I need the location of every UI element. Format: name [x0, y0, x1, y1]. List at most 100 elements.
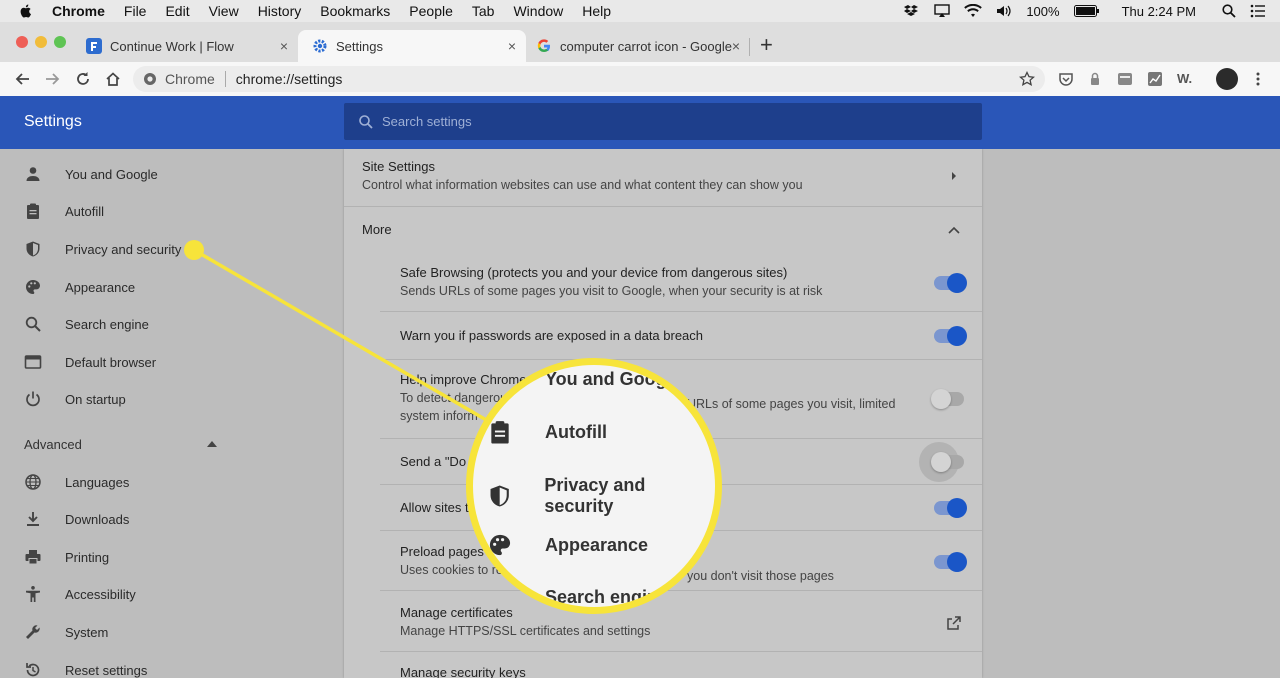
- clock[interactable]: Thu 2:24 PM: [1122, 4, 1196, 19]
- dropbox-icon[interactable]: [902, 4, 920, 18]
- advanced-section-label[interactable]: Advanced: [24, 437, 82, 452]
- sidebar-item-languages[interactable]: Languages: [24, 470, 129, 494]
- sidebar-item-autofill[interactable]: Autofill: [24, 199, 104, 223]
- sidebar-item-downloads[interactable]: Downloads: [24, 507, 129, 531]
- allow-sites-toggle[interactable]: [934, 498, 967, 518]
- divider: [380, 651, 982, 652]
- sidebar-item-privacy-and-security[interactable]: Privacy and security: [24, 237, 181, 261]
- reset-icon: [26, 663, 40, 677]
- window-close-button[interactable]: [16, 36, 28, 48]
- settings-search-box[interactable]: [344, 103, 982, 140]
- menu-edit[interactable]: Edit: [165, 3, 189, 19]
- site-settings-row[interactable]: Site Settings Control what information w…: [344, 159, 982, 192]
- apple-logo-icon[interactable]: [18, 3, 34, 19]
- safe-browsing-subtitle: Sends URLs of some pages you visit to Go…: [400, 284, 823, 298]
- manage-certificates-subtitle: Manage HTTPS/SSL certificates and settin…: [400, 624, 651, 638]
- w-extension-icon[interactable]: W.: [1177, 71, 1197, 87]
- window-zoom-button[interactable]: [54, 36, 66, 48]
- safe-browsing-toggle[interactable]: [934, 273, 967, 293]
- menu-history[interactable]: History: [258, 3, 302, 19]
- spotlight-icon[interactable]: [1222, 4, 1236, 18]
- sidebar-item-on-startup[interactable]: On startup: [24, 387, 126, 411]
- battery-icon[interactable]: [1073, 5, 1100, 17]
- window-minimize-button[interactable]: [35, 36, 47, 48]
- settings-search-input[interactable]: [382, 114, 942, 129]
- back-arrow-icon[interactable]: [13, 70, 31, 88]
- home-icon[interactable]: [104, 70, 122, 88]
- caret-up-icon[interactable]: [207, 441, 217, 447]
- toggle-knob: [947, 498, 967, 518]
- sidebar-item-label: Accessibility: [65, 586, 136, 602]
- more-section-header[interactable]: More: [344, 222, 982, 237]
- chevron-up-icon: [948, 226, 960, 234]
- sidebar-item-accessibility[interactable]: Accessibility: [24, 582, 136, 606]
- manage-certificates-row[interactable]: Manage certificates Manage HTTPS/SSL cer…: [344, 605, 982, 638]
- menu-app-chrome[interactable]: Chrome: [52, 3, 105, 19]
- tab-close-icon[interactable]: ×: [732, 38, 740, 54]
- tab-close-icon[interactable]: ×: [508, 38, 516, 54]
- sidebar-item-search-engine[interactable]: Search engine: [24, 312, 149, 336]
- divider: [380, 311, 982, 312]
- rss-extension-icon[interactable]: [1117, 71, 1133, 87]
- site-info-chip[interactable]: Chrome: [143, 71, 215, 87]
- reload-icon[interactable]: [74, 70, 92, 88]
- sidebar-item-label: Autofill: [65, 203, 105, 219]
- preload-pages-toggle[interactable]: [934, 552, 967, 572]
- bookmark-star-icon[interactable]: [1019, 71, 1035, 87]
- chevron-right-icon: [952, 172, 956, 180]
- omnibox-url[interactable]: chrome://settings: [236, 71, 343, 87]
- menu-people[interactable]: People: [409, 3, 453, 19]
- manage-security-keys-row[interactable]: Manage security keys: [344, 665, 982, 678]
- airplay-icon[interactable]: [934, 4, 951, 18]
- volume-icon[interactable]: [996, 4, 1012, 18]
- profile-avatar[interactable]: [1216, 68, 1238, 90]
- tab-title: Settings: [336, 38, 383, 54]
- external-link-icon[interactable]: [946, 615, 962, 631]
- menu-view[interactable]: View: [209, 3, 239, 19]
- help-improve-toggle[interactable]: [931, 389, 964, 409]
- menu-bookmarks[interactable]: Bookmarks: [320, 3, 390, 19]
- sidebar-item-system[interactable]: System: [24, 620, 108, 644]
- omnibox-separator: [224, 71, 226, 87]
- magnified-label: Appearance: [545, 534, 649, 555]
- site-settings-subtitle: Control what information websites can us…: [362, 178, 803, 192]
- search-icon: [25, 316, 41, 332]
- sidebar-item-reset-settings[interactable]: Reset settings: [24, 658, 147, 678]
- omnibox[interactable]: Chrome chrome://settings: [133, 66, 1045, 92]
- wifi-icon[interactable]: [964, 4, 983, 18]
- password-breach-title: Warn you if passwords are exposed in a d…: [400, 328, 704, 343]
- pocket-icon[interactable]: [1058, 71, 1074, 87]
- sidebar-item-you-and-google[interactable]: You and Google: [24, 162, 158, 186]
- safe-browsing-row[interactable]: Safe Browsing (protects you and your dev…: [344, 265, 982, 298]
- tab-flow[interactable]: Continue Work | Flow ×: [72, 30, 298, 62]
- sidebar-item-printing[interactable]: Printing: [24, 545, 109, 569]
- analytics-extension-icon[interactable]: [1147, 71, 1163, 87]
- notification-center-icon[interactable]: [1250, 4, 1266, 18]
- menu-help[interactable]: Help: [582, 3, 611, 19]
- tab-google-search[interactable]: computer carrot icon - Google ×: [522, 30, 750, 62]
- sidebar-item-label: Languages: [65, 474, 130, 490]
- menu-file[interactable]: File: [124, 3, 147, 19]
- flow-favicon-icon: [86, 38, 102, 54]
- sidebar-item-appearance[interactable]: Appearance: [24, 275, 135, 299]
- palette-icon: [26, 280, 40, 294]
- divider: [344, 206, 982, 207]
- password-breach-row[interactable]: Warn you if passwords are exposed in a d…: [344, 326, 982, 346]
- password-breach-toggle[interactable]: [934, 326, 967, 346]
- lock-extension-icon[interactable]: [1087, 71, 1103, 87]
- macos-menubar: Chrome File Edit View History Bookmarks …: [0, 0, 1280, 22]
- magnified-privacy-and-security: Privacy and security: [487, 475, 715, 517]
- safe-browsing-title: Safe Browsing (protects you and your dev…: [400, 265, 788, 280]
- do-not-track-toggle[interactable]: [931, 452, 964, 472]
- tab-close-icon[interactable]: ×: [280, 38, 288, 54]
- sidebar-item-label: Reset settings: [65, 662, 148, 678]
- menu-tab[interactable]: Tab: [472, 3, 495, 19]
- sidebar-item-default-browser[interactable]: Default browser: [24, 350, 156, 374]
- menu-window[interactable]: Window: [513, 3, 563, 19]
- sidebar-item-label: Privacy and security: [65, 241, 182, 257]
- forward-arrow-icon[interactable]: [44, 70, 62, 88]
- new-tab-button[interactable]: +: [760, 32, 773, 58]
- tab-separator: [749, 38, 750, 56]
- tab-settings[interactable]: Settings ×: [298, 30, 526, 62]
- more-menu-icon[interactable]: [1250, 71, 1266, 87]
